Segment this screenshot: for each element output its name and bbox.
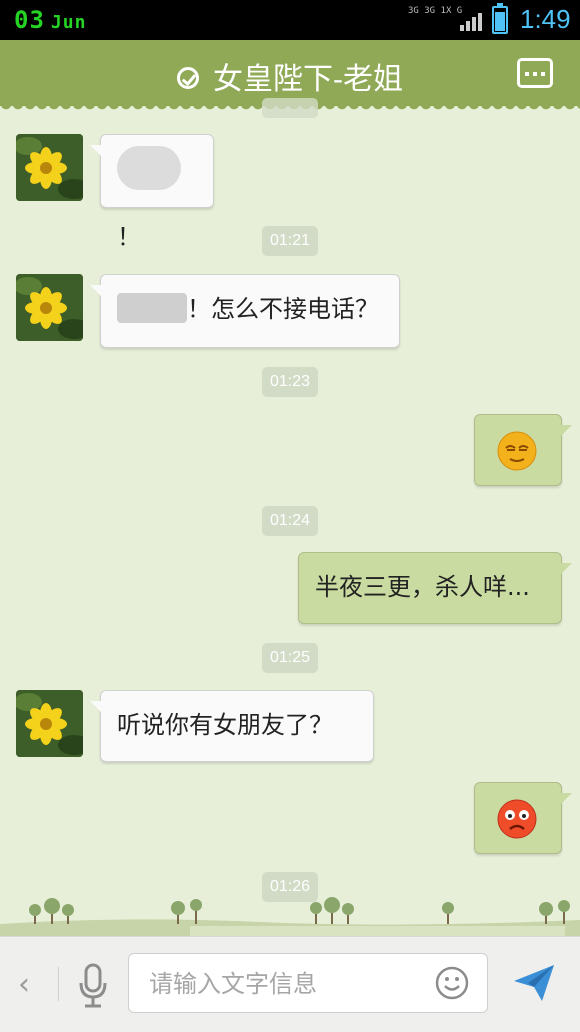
- chevron-left-icon[interactable]: ‹: [18, 967, 30, 1002]
- status-bar: 03 Jun 3G 3G 1X G 1:49: [0, 0, 580, 40]
- status-time: 1:49: [520, 4, 571, 34]
- status-day: 03: [14, 6, 45, 34]
- message-text: 听说你有女朋友了？: [117, 711, 333, 739]
- contact-avatar[interactable]: [16, 274, 83, 341]
- signal-icon: [460, 12, 484, 31]
- chat-area[interactable]: ！ 01:21 ！怎么不接电话？ 01:23 01:24 半夜三更，杀人咩...…: [0, 98, 580, 936]
- battery-icon: [492, 3, 508, 34]
- network-3g-1x: 3G 1X: [424, 6, 452, 16]
- message-bubble-outgoing[interactable]: [474, 782, 572, 854]
- angry-face-emoji-icon: [497, 799, 537, 839]
- send-icon[interactable]: [512, 963, 556, 1003]
- message-input[interactable]: [147, 966, 421, 1002]
- time-stamp: 01:25: [262, 643, 319, 673]
- message-text: ！: [117, 223, 141, 251]
- status-date: 03 Jun: [14, 6, 86, 34]
- check-circle-icon: [177, 67, 199, 90]
- chat-title-text: 女皇陛下-老姐: [213, 63, 403, 96]
- contact-avatar[interactable]: [16, 134, 83, 201]
- message-text: 半夜三更，杀人咩...: [315, 573, 530, 601]
- contact-avatar[interactable]: [16, 690, 83, 757]
- time-stamp-partial: [262, 98, 318, 118]
- chat-title: 女皇陛下-老姐: [0, 54, 580, 98]
- blurred-name: [117, 146, 181, 190]
- microphone-icon[interactable]: [78, 963, 108, 1009]
- time-stamp: 01:21: [262, 226, 319, 256]
- message-bubble-outgoing[interactable]: 半夜三更，杀人咩...: [298, 552, 572, 624]
- divider: [58, 967, 59, 1001]
- time-stamp: 01:23: [262, 367, 319, 397]
- time-stamp: 01:24: [262, 506, 319, 536]
- network-3g: 3G: [408, 6, 419, 16]
- message-bubble-incoming[interactable]: ！: [90, 134, 214, 251]
- blurred-name: [117, 293, 187, 323]
- input-bar: ‹: [0, 936, 580, 1032]
- network-indicator: 3G 3G 1X G: [408, 7, 462, 16]
- flower-avatar-image: [16, 690, 83, 757]
- landscape-decoration: [0, 897, 580, 936]
- message-bubble-incoming[interactable]: 听说你有女朋友了？: [90, 690, 374, 762]
- flower-avatar-image: [16, 134, 83, 201]
- status-month: Jun: [50, 12, 87, 33]
- message-bubble-incoming[interactable]: ！怎么不接电话？: [90, 274, 400, 348]
- smiley-icon[interactable]: [435, 966, 469, 1000]
- chat-header: 女皇陛下-老姐: [0, 40, 580, 112]
- more-dots-icon[interactable]: [517, 58, 553, 88]
- message-input-field[interactable]: [128, 953, 488, 1013]
- message-bubble-outgoing[interactable]: [474, 414, 572, 486]
- message-text: ！怎么不接电话？: [187, 295, 379, 323]
- flower-avatar-image: [16, 274, 83, 341]
- smirk-face-emoji-icon: [497, 431, 537, 471]
